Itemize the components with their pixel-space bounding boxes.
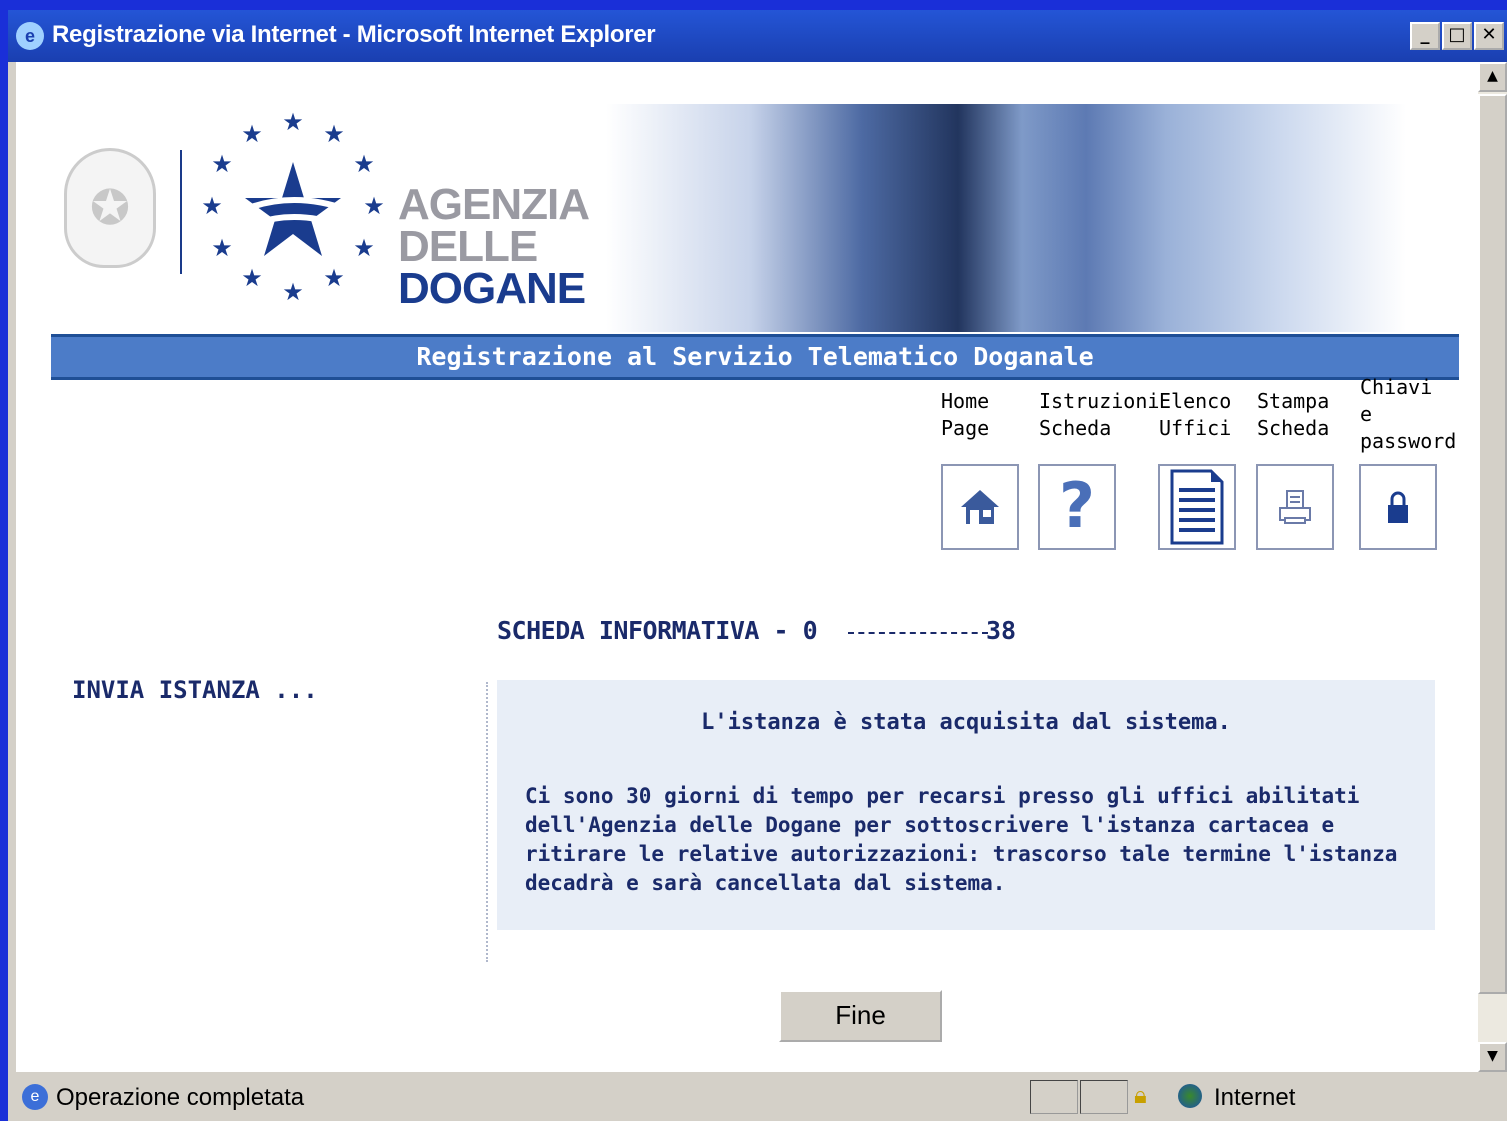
close-button[interactable]: ✕ bbox=[1474, 22, 1504, 50]
sheet-title: SCHEDA INFORMATIVA - 0 bbox=[497, 616, 818, 645]
agency-name: AGENZIA DELLE DOGANE bbox=[398, 180, 590, 313]
agency-name-line1: AGENZIA bbox=[398, 180, 590, 229]
sheet-title-end: 38 bbox=[986, 616, 1017, 645]
printer-icon bbox=[1279, 490, 1311, 524]
agency-star-logo: ★ ★ ★ ★ ★ ★ ★ ★ ★ ★ ★ ★ bbox=[201, 110, 385, 306]
window-title: Registrazione via Internet - Microsoft I… bbox=[52, 21, 656, 48]
invia-istanza-label: INVIA ISTANZA ... bbox=[72, 676, 318, 704]
title-bar: e Registrazione via Internet - Microsoft… bbox=[8, 10, 1507, 62]
home-page-button[interactable] bbox=[941, 464, 1019, 550]
nav-home-page[interactable]: Home Page bbox=[941, 388, 1041, 442]
nav-chiavi-password[interactable]: Chiavi e password bbox=[1360, 374, 1460, 455]
republic-emblem-icon: ✪ bbox=[64, 148, 156, 268]
page-status-icon: e bbox=[22, 1084, 48, 1110]
confirmation-message-box: L'istanza è stata acquisita dal sistema.… bbox=[497, 680, 1435, 930]
vertical-scrollbar[interactable]: ▲ ▼ bbox=[1478, 62, 1507, 1072]
scroll-down-button[interactable]: ▼ bbox=[1478, 1042, 1507, 1072]
nav-elenco-uffici[interactable]: Elenco Uffici bbox=[1159, 388, 1259, 442]
nav-istruzioni-scheda-label: Istruzioni Scheda bbox=[1039, 389, 1160, 440]
security-zone-text: Internet bbox=[1214, 1084, 1296, 1111]
svg-text:★: ★ bbox=[353, 234, 375, 262]
fine-button[interactable]: Fine bbox=[779, 990, 942, 1042]
page-content: ✪ ★ ★ ★ ★ ★ ★ ★ ★ ★ ★ ★ ★ AGENZIA DELLE … bbox=[16, 62, 1478, 1072]
agency-name-line3: DOGANE bbox=[398, 264, 586, 313]
status-text: Operazione completata bbox=[56, 1084, 305, 1111]
svg-text:★: ★ bbox=[323, 264, 345, 292]
status-bar: e Operazione completata 🔒︎ Internet bbox=[8, 1076, 1507, 1121]
nav-istruzioni-scheda[interactable]: Istruzioni Scheda bbox=[1039, 388, 1160, 442]
svg-text:★: ★ bbox=[211, 234, 233, 262]
building-header-image bbox=[606, 104, 1406, 332]
nav-home-page-label: Home Page bbox=[941, 389, 990, 440]
service-banner: Registrazione al Servizio Telematico Dog… bbox=[51, 334, 1459, 380]
nav-chiavi-password-label: Chiavi e password bbox=[1360, 375, 1457, 453]
confirmation-body: Ci sono 30 giorni di tempo per recarsi p… bbox=[525, 784, 1398, 895]
nav-stampa-scheda-label: Stampa Scheda bbox=[1257, 389, 1330, 440]
padlock-icon bbox=[1388, 491, 1408, 523]
confirmation-title: L'istanza è stata acquisita dal sistema. bbox=[701, 710, 1231, 735]
scroll-thumb[interactable] bbox=[1478, 94, 1507, 994]
column-divider bbox=[486, 682, 488, 962]
maximize-button[interactable]: □ bbox=[1442, 22, 1472, 50]
house-icon bbox=[961, 490, 999, 524]
svg-text:★: ★ bbox=[363, 192, 385, 220]
internet-explorer-icon: e bbox=[16, 22, 44, 50]
svg-text:★: ★ bbox=[282, 278, 304, 306]
svg-text:★: ★ bbox=[282, 110, 304, 136]
istruzioni-scheda-button[interactable]: ? bbox=[1038, 464, 1116, 550]
status-cell bbox=[1030, 1080, 1078, 1114]
svg-text:?: ? bbox=[1059, 475, 1095, 539]
svg-text:★: ★ bbox=[353, 150, 375, 178]
question-icon: ? bbox=[1059, 475, 1095, 539]
minimize-button[interactable]: _ bbox=[1410, 22, 1440, 50]
scroll-up-button[interactable]: ▲ bbox=[1478, 62, 1507, 92]
svg-text:★: ★ bbox=[241, 264, 263, 292]
elenco-uffici-button[interactable] bbox=[1158, 464, 1236, 550]
svg-text:★: ★ bbox=[201, 192, 223, 220]
nav-stampa-scheda[interactable]: Stampa Scheda bbox=[1257, 388, 1357, 442]
svg-text:★: ★ bbox=[241, 120, 263, 148]
svg-text:★: ★ bbox=[211, 150, 233, 178]
nav-elenco-uffici-label: Elenco Uffici bbox=[1159, 389, 1232, 440]
document-list-icon bbox=[1170, 469, 1224, 545]
globe-icon bbox=[1178, 1084, 1202, 1108]
stampa-scheda-button[interactable] bbox=[1256, 464, 1334, 550]
agency-name-line2: DELLE bbox=[398, 222, 538, 271]
redacted-sheet-number bbox=[848, 632, 988, 636]
logo-divider bbox=[180, 150, 182, 274]
status-cell bbox=[1080, 1080, 1128, 1114]
svg-text:★: ★ bbox=[323, 120, 345, 148]
chiavi-password-button[interactable] bbox=[1359, 464, 1437, 550]
secure-lock-icon: 🔒︎ bbox=[1134, 1082, 1147, 1109]
browser-window: e Registrazione via Internet - Microsoft… bbox=[8, 10, 1507, 1121]
